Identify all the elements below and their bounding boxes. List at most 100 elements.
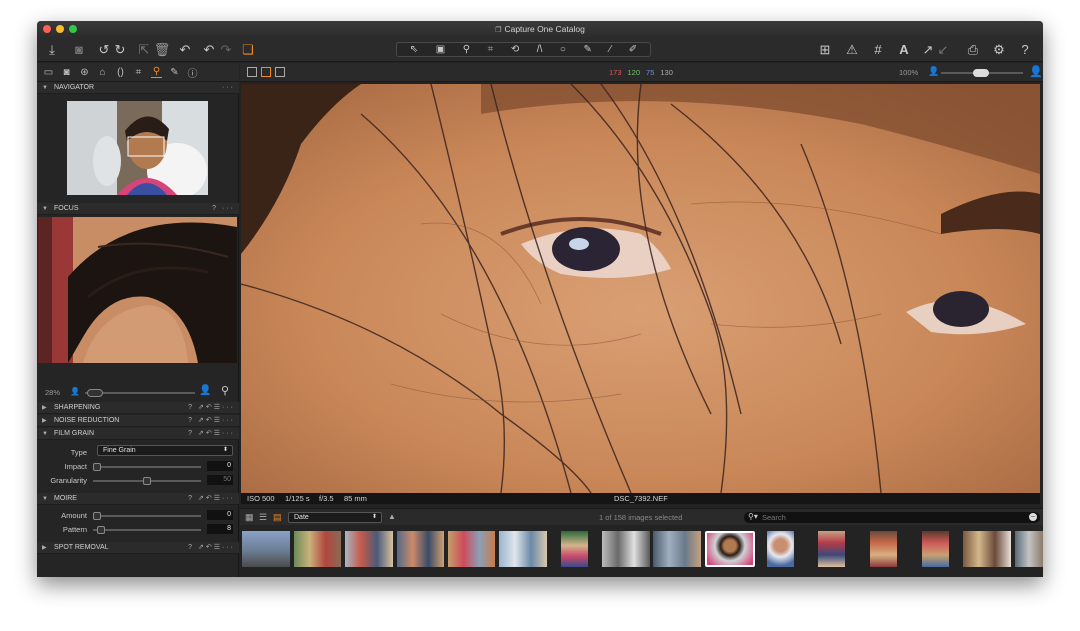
help-icon[interactable]: ? [1016,40,1034,58]
picker-cursor-icon[interactable]: ⁄ [609,44,611,55]
pattern-slider[interactable] [93,526,201,534]
redo-right-icon[interactable]: ↷ [217,40,235,58]
pattern-slider-knob[interactable] [97,526,105,534]
multi-view-icon[interactable] [247,67,257,77]
print-icon[interactable]: ⎙ [964,40,982,58]
impact-slider[interactable] [93,463,201,471]
expand-triangle-icon[interactable]: ▼ [42,493,48,505]
moire-header[interactable]: ▼ MOIRE ? ⇗↶☰··· [37,493,239,505]
brush-cursor-icon[interactable]: ✎ [584,44,592,55]
collapsed-triangle-icon[interactable]: ▶ [42,402,47,414]
thumbnail[interactable] [1015,531,1043,567]
more-icon[interactable]: ··· [222,82,235,94]
thumbnail[interactable] [767,531,794,567]
settings-icon[interactable]: ⚙ [990,40,1008,58]
navigator-header[interactable]: ▼ NAVIGATOR ··· [37,82,239,94]
film-grain-type-select[interactable]: Fine Grain ⬍ [97,445,233,456]
expand-triangle-icon[interactable]: ▼ [42,82,48,94]
zoom-slider[interactable] [941,69,1023,77]
thumbnail[interactable] [345,531,393,567]
sort-select[interactable]: Date ⬍ [288,512,382,523]
focus-help[interactable]: ? [212,205,218,212]
keystone-cursor-icon[interactable]: /\ [537,44,543,55]
collapsed-triangle-icon[interactable]: ▶ [42,542,47,554]
filmstrip-view-icon[interactable]: ▤ [273,512,282,523]
tab-lens-icon[interactable]: () [115,67,126,78]
zoom-slider-knob[interactable] [973,69,989,77]
focus-header-controls[interactable]: ? ··· [212,203,235,215]
text-icon[interactable]: A [895,40,913,58]
zoom-window-button[interactable] [69,25,77,33]
section-controls[interactable]: ? ⇗↶☰··· [188,402,235,414]
search-input[interactable]: ⚲▾ Search – [744,512,1040,523]
impact-slider-knob[interactable] [93,463,101,471]
grid-icon[interactable]: # [869,40,887,58]
tab-crop-icon[interactable]: ⌗ [133,67,144,78]
close-window-button[interactable] [43,25,51,33]
annotate-cursor-icon[interactable]: ✐ [629,44,637,55]
rotate-cursor-icon[interactable]: ⟲ [511,44,519,55]
section-controls[interactable]: ? ⇗↶☰··· [188,415,235,427]
tab-capture-camera-icon[interactable]: ◙ [61,67,72,78]
tab-library-folder-icon[interactable]: ▭ [43,67,54,78]
minimize-window-button[interactable] [56,25,64,33]
granularity-slider[interactable] [93,477,201,485]
clear-search-icon[interactable]: – [1029,513,1037,521]
amount-value[interactable]: 0 [207,510,233,520]
tab-adjust-icon[interactable]: ✎ [169,67,180,78]
navigator-thumbnail[interactable] [67,101,208,195]
focus-zoom-slider[interactable] [85,389,195,397]
import-icon[interactable]: ⤓ [43,40,61,58]
tab-color-icon[interactable]: ⊛ [79,67,90,78]
amount-slider[interactable] [93,512,201,520]
focus-zoom-slider-knob[interactable] [87,389,103,397]
stack-icon[interactable]: ❏ [239,40,257,58]
film-grain-header[interactable]: ▼ FILM GRAIN ? ⇗↶☰··· [37,428,239,440]
tab-exposure-icon[interactable]: ⌂ [97,67,108,78]
camera-icon[interactable]: ◙ [70,40,88,58]
zoom-out-person-icon[interactable]: 👤 [928,66,939,77]
zoom-in-person-icon[interactable]: 👤 [1029,65,1043,78]
thumbnail[interactable] [963,531,1011,567]
undo-icon[interactable]: ↶ [176,40,194,58]
thumbnail[interactable] [499,531,547,567]
trash-icon[interactable]: 🗑 [153,40,171,58]
spot-removal-header[interactable]: ▶ SPOT REMOVAL ? ⇗↶☰··· [37,542,239,554]
pattern-value[interactable]: 8 [207,524,233,534]
crop-cursor-icon[interactable]: ⌗ [488,44,494,55]
thumbnail[interactable] [870,531,897,567]
expand-triangle-icon[interactable]: ▼ [42,428,48,440]
expand-triangle-icon[interactable]: ▼ [42,203,48,215]
rotate-right-icon[interactable]: ↻ [111,40,129,58]
section-controls[interactable]: ? ⇗↶☰··· [188,542,235,554]
exposure-warning-icon[interactable]: ⚠ [843,40,861,58]
redo-left-icon[interactable]: ↶ [200,40,218,58]
tab-details-icon[interactable]: ⚲ [151,66,162,78]
compare-view-icon[interactable] [275,67,285,77]
thumbnail[interactable] [397,531,444,567]
thumbnail[interactable] [294,531,341,567]
copy-adjustments-icon[interactable]: ⇱ [135,40,153,58]
impact-value[interactable]: 0 [207,461,233,471]
thumbnail[interactable] [242,531,290,567]
spot-cursor-icon[interactable]: ○ [560,44,566,55]
noise-reduction-header[interactable]: ▶ NOISE REDUCTION ? ⇗↶☰··· [37,415,239,427]
thumbnail[interactable] [448,531,495,567]
focus-loupe-icon[interactable]: ⚲ [221,384,229,397]
select-cursor-icon[interactable]: ⇖ [410,44,418,55]
image-viewer[interactable] [241,84,1040,493]
pan-cursor-icon[interactable]: ▣ [436,44,445,55]
selected-thumbnail[interactable] [705,531,755,567]
focus-header[interactable]: ▼ FOCUS ? ··· [37,203,239,215]
thumbnail[interactable] [818,531,845,567]
sharpening-header[interactable]: ▶ SHARPENING ? ⇗↶☰··· [37,402,239,414]
granularity-slider-knob[interactable] [143,477,151,485]
tab-metadata-icon[interactable]: ⓘ [187,65,198,80]
thumbnail[interactable] [922,531,949,567]
collapsed-triangle-icon[interactable]: ▶ [42,415,47,427]
thumbnail[interactable] [602,531,650,567]
section-controls[interactable]: ? ⇗↶☰··· [188,428,235,440]
grid-view-icon[interactable]: ▦ [245,512,254,523]
sort-direction-icon[interactable]: ▲ [388,512,396,521]
primary-view-icon[interactable] [261,67,271,77]
